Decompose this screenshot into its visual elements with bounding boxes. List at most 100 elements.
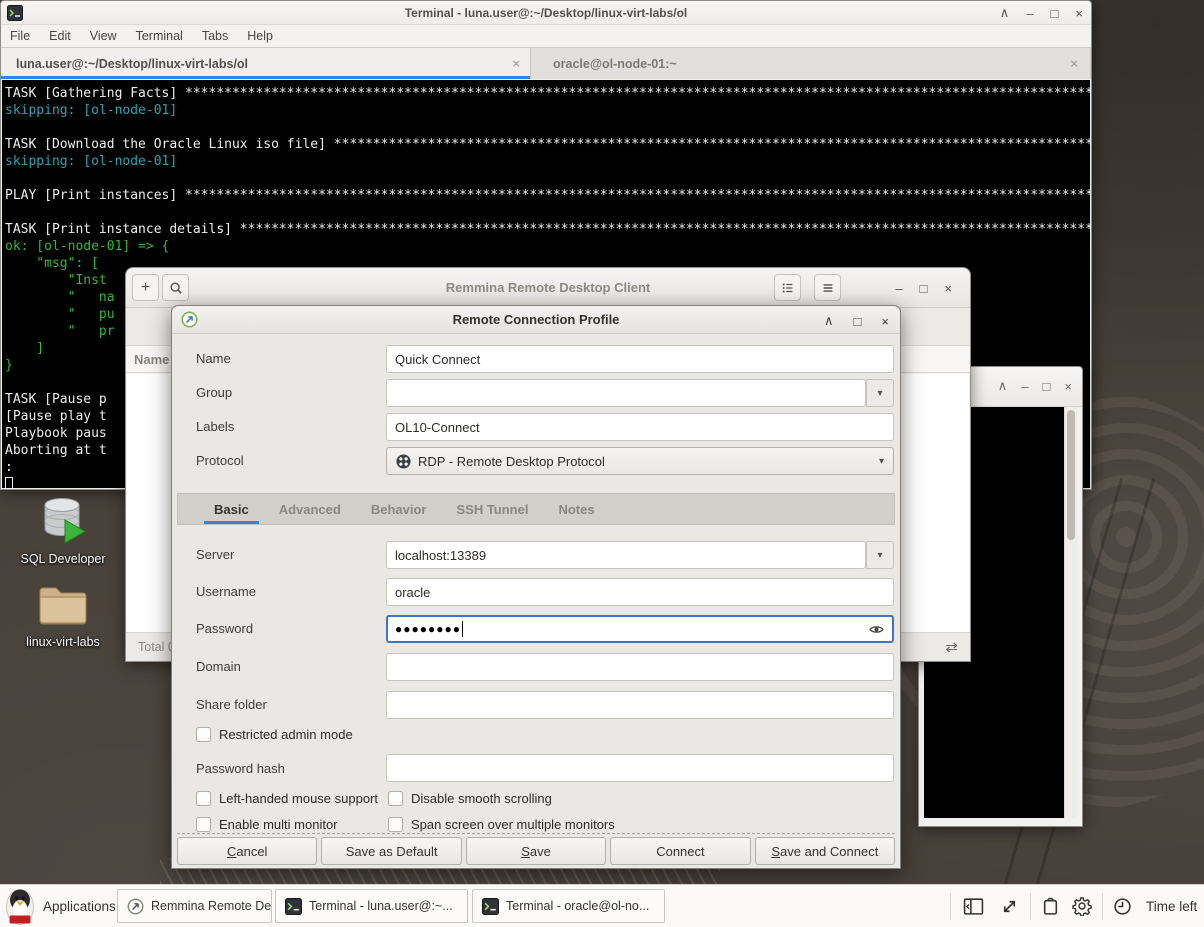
tab-behavior[interactable]: Behavior — [356, 494, 442, 524]
column-header-label: Name — [134, 352, 169, 367]
dialog-button-bar: Cancel Save as Default Save Connect Save… — [177, 837, 895, 865]
oracle-linux-penguin-icon — [4, 887, 36, 925]
applications-label: Applications — [43, 899, 116, 914]
show-desktop-panel-button[interactable] — [963, 897, 984, 921]
save-button[interactable]: Save — [466, 837, 606, 865]
close-tab-icon[interactable]: × — [512, 56, 520, 71]
shade-button[interactable]: ∧ — [1000, 5, 1010, 21]
panel-toggle-icon — [963, 897, 984, 916]
connect-button[interactable]: Connect — [610, 837, 750, 865]
protocol-dropdown[interactable]: RDP - Remote Desktop Protocol ▾ — [386, 447, 894, 475]
disable-smooth-scrolling-checkbox[interactable]: Disable smooth scrolling — [388, 791, 552, 806]
gear-icon — [1072, 896, 1092, 916]
password-hash-input[interactable] — [386, 754, 894, 782]
minimize-button[interactable]: – — [1021, 379, 1028, 394]
password-input[interactable]: ●●●●●●●● — [386, 615, 894, 643]
close-button[interactable]: × — [1075, 6, 1083, 21]
username-input[interactable]: oracle — [386, 578, 894, 606]
taskbar-button-remmina[interactable]: Remmina Remote Desk... — [117, 889, 272, 923]
shade-button[interactable]: ∧ — [998, 378, 1008, 394]
save-as-default-button[interactable]: Save as Default — [321, 837, 461, 865]
cancel-button[interactable]: Cancel — [177, 837, 317, 865]
group-dropdown-button[interactable]: ▾ — [866, 379, 894, 407]
maximize-button[interactable]: □ — [1051, 6, 1059, 21]
span-screen-checkbox[interactable]: Span screen over multiple monitors — [388, 817, 615, 832]
desktop-icon-linux-virt-labs[interactable]: linux-virt-labs — [19, 583, 107, 650]
tab-advanced[interactable]: Advanced — [264, 494, 356, 524]
shade-button[interactable]: ∧ — [824, 313, 834, 329]
desktop-icon-label: linux-virt-labs — [19, 635, 107, 650]
maximize-button[interactable]: □ — [854, 314, 862, 329]
taskbar-button-label: Terminal - oracle@ol-no... — [506, 899, 649, 913]
separator — [1102, 893, 1103, 920]
dialog-titlebar[interactable]: Remote Connection Profile ∧ □ × — [172, 306, 900, 334]
desktop-icon-label: SQL Developer — [19, 552, 107, 567]
menu-edit[interactable]: Edit — [49, 29, 71, 43]
taskbar-button-label: Terminal - luna.user@:~... — [309, 899, 453, 913]
scroll-edge-divider — [177, 833, 895, 834]
taskbar-button-terminal-oracle[interactable]: Terminal - oracle@ol-no... — [472, 889, 665, 923]
checkbox-icon[interactable] — [388, 817, 403, 832]
minimize-button[interactable]: – — [895, 281, 902, 296]
enable-multi-monitor-checkbox[interactable]: Enable multi monitor — [196, 817, 338, 832]
taskbar-button-terminal-luna[interactable]: Terminal - luna.user@:~... — [275, 889, 468, 923]
tab-basic[interactable]: Basic — [199, 494, 264, 524]
domain-input[interactable] — [386, 653, 894, 681]
main-menu-button[interactable] — [814, 274, 841, 301]
close-button[interactable]: × — [881, 314, 889, 329]
group-input[interactable] — [386, 379, 866, 407]
server-dropdown-button[interactable]: ▾ — [866, 541, 894, 569]
settings-button[interactable] — [1072, 896, 1092, 921]
close-button[interactable]: × — [944, 281, 952, 296]
applications-menu-button[interactable]: Applications ≡ — [4, 887, 129, 925]
total-items-label: Total 0 — [138, 640, 175, 654]
time-left-plugin[interactable] — [1113, 897, 1132, 921]
terminal-titlebar[interactable]: Terminal - luna.user@:~/Desktop/linux-vi… — [1, 1, 1091, 25]
menu-terminal[interactable]: Terminal — [136, 29, 183, 43]
checkbox-icon[interactable] — [196, 817, 211, 832]
checkbox-icon[interactable] — [388, 791, 403, 806]
share-folder-input[interactable] — [386, 691, 894, 719]
tab-luna-user[interactable]: luna.user@:~/Desktop/linux-virt-labs/ol … — [1, 48, 531, 79]
menu-file[interactable]: File — [10, 29, 30, 43]
terminal-tabbar: luna.user@:~/Desktop/linux-virt-labs/ol … — [1, 47, 1091, 79]
server-value: localhost:13389 — [395, 548, 486, 563]
menu-help[interactable]: Help — [247, 29, 273, 43]
maximize-button[interactable]: □ — [920, 281, 928, 296]
save-and-connect-button[interactable]: Save and Connect — [755, 837, 895, 865]
clipboard-icon — [1042, 897, 1059, 916]
remmina-headerbar[interactable]: + Remmina Remote Desktop Client – □ × — [126, 268, 970, 308]
close-button[interactable]: × — [1064, 379, 1072, 394]
tab-oracle-node[interactable]: oracle@ol-node-01:~ × — [531, 48, 1091, 79]
scrollbar[interactable] — [1064, 407, 1077, 818]
terminal-menubar: File Edit View Terminal Tabs Help — [1, 25, 1091, 47]
show-password-eye-icon[interactable] — [868, 621, 885, 638]
maximize-button[interactable]: □ — [1043, 379, 1051, 394]
close-tab-icon[interactable]: × — [1070, 56, 1078, 71]
clipboard-button[interactable] — [1042, 897, 1059, 921]
desktop-icon-sql-developer[interactable]: SQL Developer — [19, 496, 107, 567]
checkbox-icon[interactable] — [196, 791, 211, 806]
resize-handle-icon[interactable]: ⇄ — [945, 638, 958, 656]
menu-view[interactable]: View — [90, 29, 117, 43]
restricted-admin-mode-checkbox[interactable]: Restricted admin mode — [196, 727, 353, 742]
rdp-protocol-icon — [396, 454, 411, 469]
view-mode-button[interactable] — [774, 274, 801, 301]
tab-notes[interactable]: Notes — [543, 494, 609, 524]
labels-input[interactable]: OL10-Connect — [386, 413, 894, 441]
menu-tabs[interactable]: Tabs — [202, 29, 228, 43]
username-label: Username — [196, 584, 256, 599]
scrollbar-thumb[interactable] — [1067, 410, 1075, 540]
terminal-line: TASK [Gathering Facts] *****************… — [5, 85, 1090, 102]
server-input[interactable]: localhost:13389 — [386, 541, 866, 569]
left-handed-mouse-checkbox[interactable]: Left-handed mouse support — [196, 791, 378, 806]
expand-button[interactable] — [1000, 897, 1019, 921]
terminal-icon — [482, 898, 499, 915]
terminal-line: PLAY [Print instances] *****************… — [5, 187, 1090, 204]
tab-ssh-tunnel[interactable]: SSH Tunnel — [441, 494, 543, 524]
checkbox-icon[interactable] — [196, 727, 211, 742]
minimize-button[interactable]: – — [1026, 6, 1033, 21]
name-input[interactable]: Quick Connect — [386, 345, 894, 373]
terminal-line: TASK [Print instance details] **********… — [5, 221, 1090, 238]
group-label: Group — [196, 385, 232, 400]
